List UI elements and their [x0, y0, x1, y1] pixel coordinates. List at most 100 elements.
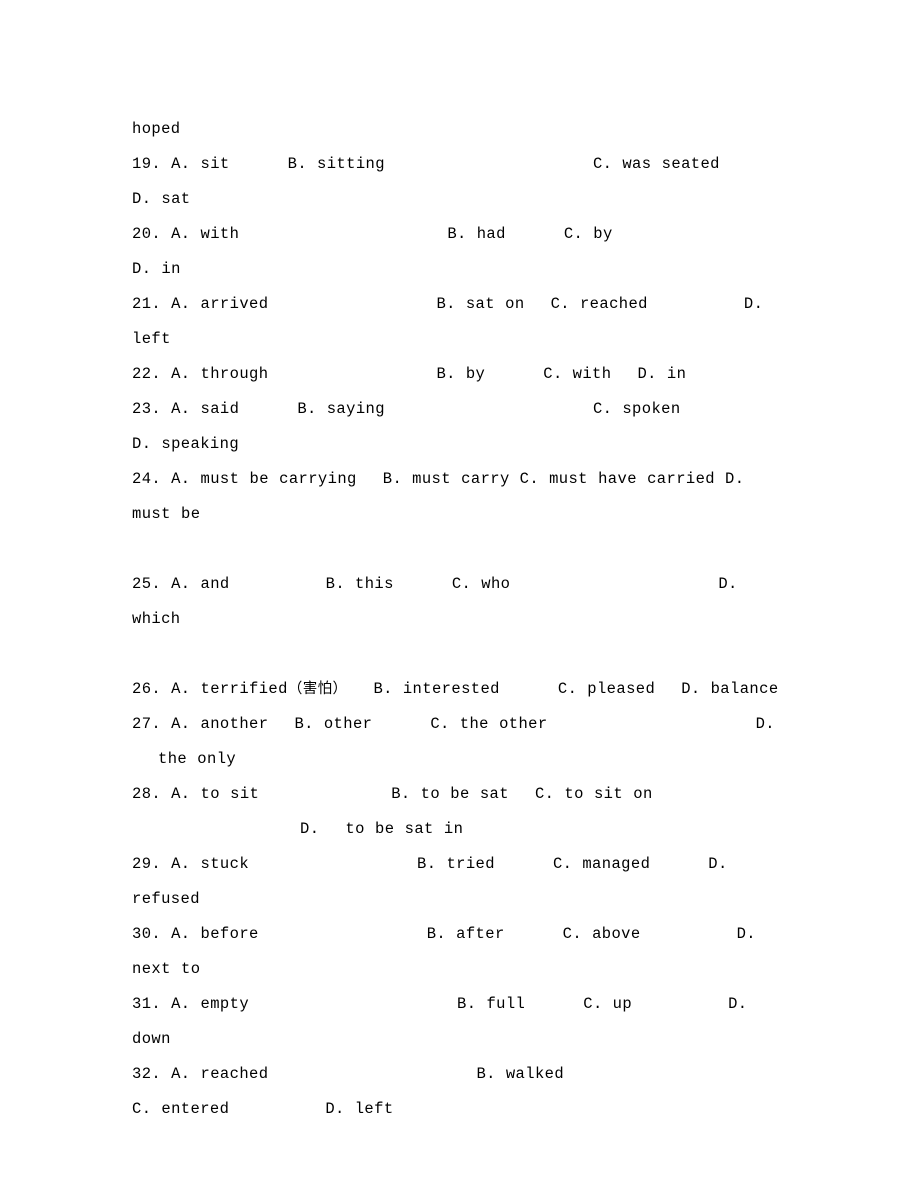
option-text-b[interactable]: tried — [446, 855, 495, 873]
option-text-c[interactable]: was seated — [622, 155, 720, 173]
option-letter-b: B. — [436, 365, 456, 383]
question-row-21: 21. A. arrived B. sat on C. reached D. left — [132, 287, 790, 357]
option-text-a[interactable]: must be carrying — [201, 470, 357, 488]
option-text-d[interactable]: the only — [158, 750, 236, 768]
option-letter-c: C. — [563, 225, 584, 243]
orphan-line: hoped — [132, 112, 790, 147]
option-text-d[interactable]: sat — [161, 190, 190, 208]
option-text-a[interactable]: stuck — [201, 855, 250, 873]
question-row-24: 24. A. must be carrying B. must carry C. must … — [132, 462, 790, 532]
option-text-c[interactable]: up — [613, 995, 632, 1013]
option-text-a[interactable]: with — [201, 225, 240, 243]
option-text-d[interactable]: in — [161, 260, 180, 278]
option-text-b[interactable]: interested — [403, 680, 500, 698]
option-text-c[interactable]: managed — [582, 855, 650, 873]
option-text-a[interactable]: another — [201, 715, 269, 733]
option-letter-c: C. — [557, 680, 578, 698]
option-letter-a: A. — [171, 295, 191, 313]
option-text-d[interactable]: left — [355, 1100, 394, 1118]
option-text-b[interactable]: sitting — [317, 155, 385, 173]
option-letter-a: A. — [171, 1065, 191, 1083]
option-text-b[interactable]: walked — [506, 1065, 564, 1083]
option-text-d[interactable]: to be sat in — [345, 820, 463, 838]
option-text-b[interactable]: by — [466, 365, 485, 383]
question-number: 19. — [132, 155, 162, 173]
option-letter-d: D. — [736, 925, 756, 943]
option-text-c[interactable]: must have carried — [549, 470, 715, 488]
option-text-c[interactable]: entered — [161, 1100, 229, 1118]
option-text-c[interactable]: with — [573, 365, 612, 383]
option-text-d[interactable]: next to — [132, 960, 200, 978]
question-row-23: 23. A. said B. saying C. spoken D. speaking — [132, 392, 790, 462]
option-text-c[interactable]: the other — [460, 715, 548, 733]
option-letter-a: A. — [171, 400, 191, 418]
option-text-a[interactable]: empty — [201, 995, 250, 1013]
option-text-a[interactable]: before — [201, 925, 259, 943]
question-number: 21. — [132, 295, 162, 313]
option-text-d[interactable]: must be — [132, 505, 200, 523]
option-text-a[interactable]: arrived — [201, 295, 269, 313]
option-text-c[interactable]: spoken — [622, 400, 680, 418]
option-text-a[interactable]: to sit — [201, 785, 260, 803]
option-letter-a: A. — [171, 575, 191, 593]
option-text-d[interactable]: speaking — [161, 435, 239, 453]
question-row-27: 27. A. another B. other C. the other D. the only — [132, 707, 790, 777]
option-text-d[interactable]: which — [132, 610, 181, 628]
question-row-26: 26. A. terrified（害怕） B. interested C. pleased D… — [132, 672, 790, 707]
option-letter-b: B. — [417, 855, 437, 873]
option-text-a[interactable]: through — [201, 365, 269, 383]
question-number: 26. — [132, 680, 162, 698]
option-letter-b: B. — [294, 715, 314, 733]
question-row-20: 20. A. with B. had C. by D. in — [132, 217, 790, 287]
option-text-a[interactable]: terrified — [201, 680, 288, 698]
option-text-d[interactable]: left — [132, 330, 171, 348]
option-text-b[interactable]: other — [324, 715, 373, 733]
option-letter-c: C. — [592, 400, 613, 418]
option-letter-a: A. — [171, 470, 191, 488]
option-text-a[interactable]: sit — [201, 155, 230, 173]
question-number: 30. — [132, 925, 162, 943]
question-number: 22. — [132, 365, 162, 383]
option-gloss-chinese: （害怕） — [287, 681, 348, 697]
option-letter-d: D. — [132, 435, 152, 453]
option-letter-a: A. — [171, 995, 191, 1013]
option-text-b[interactable]: saying — [327, 400, 385, 418]
option-text-b[interactable]: had — [477, 225, 506, 243]
option-text-a[interactable]: reached — [201, 1065, 269, 1083]
option-letter-c: C. — [550, 295, 570, 313]
option-text-c[interactable]: to sit on — [564, 785, 652, 803]
option-text-c[interactable]: by — [593, 225, 612, 243]
option-letter-c: C. — [451, 575, 472, 593]
option-text-b[interactable]: must carry — [412, 470, 510, 488]
option-text-b[interactable]: this — [355, 575, 394, 593]
orphan-word: hoped — [132, 120, 181, 138]
option-text-a[interactable]: and — [201, 575, 230, 593]
option-text-b[interactable]: to be sat — [421, 785, 509, 803]
option-text-c[interactable]: above — [592, 925, 641, 943]
option-text-c[interactable]: pleased — [587, 680, 655, 698]
option-letter-c: C. — [534, 785, 555, 803]
question-number: 29. — [132, 855, 162, 873]
option-letter-c: C. — [430, 715, 450, 733]
question-number: 28. — [132, 785, 162, 803]
option-text-d[interactable]: balance — [711, 680, 779, 698]
option-text-a[interactable]: said — [201, 400, 240, 418]
option-text-d[interactable]: refused — [132, 890, 200, 908]
option-text-c[interactable]: reached — [580, 295, 648, 313]
option-letter-c: C. — [583, 995, 603, 1013]
option-letter-b: B. — [476, 1065, 496, 1083]
option-text-d[interactable]: in — [667, 365, 686, 383]
option-letter-a: A. — [171, 715, 191, 733]
option-letter-a: A. — [171, 925, 191, 943]
option-letter-d: D. — [681, 680, 701, 698]
option-text-b[interactable]: full — [486, 995, 525, 1013]
option-text-b[interactable]: after — [456, 925, 505, 943]
option-letter-c: C. — [592, 155, 613, 173]
option-letter-b: B. — [325, 575, 346, 593]
question-row-31: 31. A. empty B. full C. up D. down — [132, 987, 790, 1057]
option-letter-d: D. — [637, 365, 657, 383]
option-letter-c: C. — [552, 855, 573, 873]
option-text-d[interactable]: down — [132, 1030, 171, 1048]
option-text-b[interactable]: sat on — [466, 295, 525, 313]
option-text-c[interactable]: who — [481, 575, 510, 593]
